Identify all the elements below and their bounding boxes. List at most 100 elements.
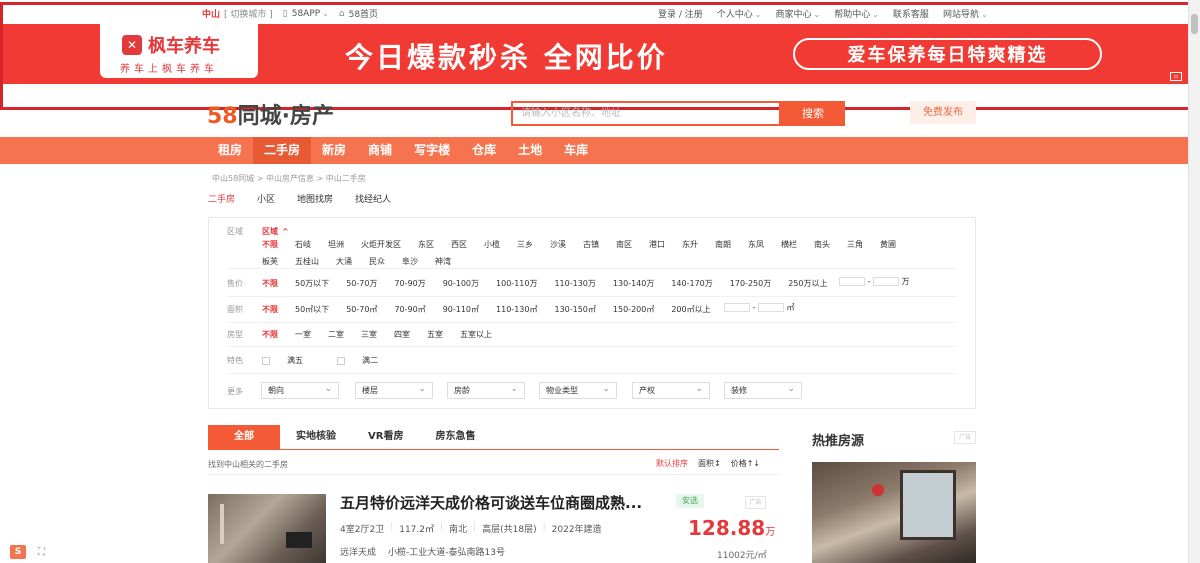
district-toggle[interactable]: 区域 ^ [262,226,289,237]
district-option-20[interactable]: 五桂山 [295,256,319,267]
ad-banner[interactable]: ✕ 枫车养车 养车上枫车养车 今日爆款秒杀 全网比价 爱车保养每日特爽精选 ▫ [0,24,1188,84]
subtab-agent[interactable]: 找经纪人 [355,192,391,205]
area-option-0[interactable]: 不限 [262,304,278,315]
nav-rent[interactable]: 租房 [207,137,253,164]
listing-address[interactable]: 小榄-工业大道-泰弘南路13号 [388,545,505,558]
nav-warehouse[interactable]: 仓库 [461,137,507,164]
breadcrumb[interactable]: 中山58同城 > 中山房产信息 > 中山二手房 [212,173,366,184]
listing-tab-all[interactable]: 全部 [208,425,280,449]
customer-service-link[interactable]: 联系客服 [893,7,929,20]
price-option-3[interactable]: 70-90万 [394,278,425,289]
nav-office[interactable]: 写字楼 [403,137,461,164]
district-option-6[interactable]: 小榄 [484,239,500,250]
listing-community[interactable]: 远洋天成 [340,545,376,558]
hot-listing-image[interactable] [812,462,976,563]
nav-garage[interactable]: 车库 [553,137,599,164]
listing-thumbnail[interactable] [208,494,326,563]
district-option-16[interactable]: 南头 [814,239,830,250]
select-ownership[interactable]: 产权 [632,382,710,399]
layout-option-6[interactable]: 五室以上 [460,329,492,340]
price-option-1[interactable]: 50万以下 [295,278,329,289]
help-center-link[interactable]: 帮助中心 [834,7,879,20]
district-option-15[interactable]: 横栏 [781,239,797,250]
nav-second-hand[interactable]: 二手房 [253,137,312,164]
layout-option-5[interactable]: 五室 [427,329,443,340]
select-orientation[interactable]: 朝向 [261,382,339,399]
sort-area[interactable]: 面积↕ [698,458,721,469]
price-option-4[interactable]: 90-100万 [443,278,479,289]
district-option-11[interactable]: 港口 [649,239,665,250]
nav-shop[interactable]: 商铺 [357,137,403,164]
price-max-input[interactable] [872,277,899,286]
feature-man2[interactable]: 满二 [337,355,395,366]
subtab-community[interactable]: 小区 [257,192,275,205]
price-option-10[interactable]: 250万以上 [788,278,827,289]
search-input[interactable]: 请输入小区名称、地址 [511,101,781,126]
district-option-0[interactable]: 不限 [262,239,278,250]
price-min-input[interactable] [839,277,865,286]
district-option-1[interactable]: 石岐 [295,239,311,250]
sort-default[interactable]: 默认排序 [656,458,688,469]
district-option-5[interactable]: 西区 [451,239,467,250]
district-option-18[interactable]: 黄圃 [880,239,896,250]
feature-man5[interactable]: 满五 [262,355,320,366]
district-option-21[interactable]: 大涌 [336,256,352,267]
district-option-4[interactable]: 东区 [418,239,434,250]
area-option-4[interactable]: 90-110㎡ [443,304,479,315]
district-option-9[interactable]: 古镇 [583,239,599,250]
price-option-9[interactable]: 170-250万 [730,278,771,289]
select-floor[interactable]: 楼层 [355,382,433,399]
layout-option-0[interactable]: 不限 [262,329,278,340]
listing-tab-urgent[interactable]: 房东急售 [419,425,491,449]
area-option-6[interactable]: 130-150㎡ [554,304,595,315]
district-option-23[interactable]: 阜沙 [402,256,418,267]
subtab-map[interactable]: 地图找房 [297,192,333,205]
layout-option-3[interactable]: 三室 [361,329,377,340]
login-link[interactable]: 登录 / 注册 [658,7,703,20]
select-decoration[interactable]: 装修 [724,382,802,399]
site-nav-link[interactable]: 网站导航 [943,7,988,20]
switch-city-link[interactable]: [ 切换城市 ] [224,7,273,20]
area-option-3[interactable]: 70-90㎡ [394,304,425,315]
area-option-1[interactable]: 50㎡以下 [295,304,329,315]
select-property-type[interactable]: 物业类型 [539,382,617,399]
ad-tag-icon[interactable]: ▫ [1170,72,1182,81]
price-option-5[interactable]: 100-110万 [496,278,537,289]
district-option-3[interactable]: 火炬开发区 [361,239,401,250]
district-option-17[interactable]: 三角 [847,239,863,250]
home-link[interactable]: 58首页 [349,7,378,20]
subtab-second-hand[interactable]: 二手房 [208,192,235,205]
area-option-8[interactable]: 200㎡以上 [671,304,710,315]
scrollbar[interactable] [1188,0,1200,563]
layout-option-2[interactable]: 二室 [328,329,344,340]
nav-new-house[interactable]: 新房 [311,137,357,164]
district-option-13[interactable]: 南朗 [715,239,731,250]
price-option-2[interactable]: 50-70万 [346,278,377,289]
area-option-2[interactable]: 50-70㎡ [346,304,377,315]
merchant-center-link[interactable]: 商家中心 [775,7,820,20]
area-max-input[interactable] [757,303,784,312]
district-option-14[interactable]: 东凤 [748,239,764,250]
publish-button[interactable]: 免费发布 [910,101,976,124]
area-option-5[interactable]: 110-130㎡ [496,304,537,315]
nav-land[interactable]: 土地 [507,137,553,164]
price-option-6[interactable]: 110-130万 [554,278,595,289]
select-age[interactable]: 房龄 [447,382,525,399]
district-option-2[interactable]: 坦洲 [328,239,344,250]
layout-option-4[interactable]: 四室 [394,329,410,340]
area-min-input[interactable] [724,303,750,312]
price-option-8[interactable]: 140-170万 [671,278,712,289]
personal-center-link[interactable]: 个人中心 [717,7,762,20]
current-city[interactable]: 中山 [202,7,220,20]
area-option-7[interactable]: 150-200㎡ [613,304,654,315]
district-option-10[interactable]: 南区 [616,239,632,250]
layout-option-1[interactable]: 一室 [295,329,311,340]
search-button[interactable]: 搜索 [781,101,845,126]
expand-icon[interactable]: ⛶ [38,547,45,558]
listing-tab-vr[interactable]: VR看房 [352,425,419,449]
s-logo-icon[interactable]: S [10,545,26,559]
district-option-7[interactable]: 三乡 [517,239,533,250]
district-option-19[interactable]: 板芙 [262,256,278,267]
price-option-7[interactable]: 130-140万 [613,278,654,289]
district-option-8[interactable]: 沙溪 [550,239,566,250]
